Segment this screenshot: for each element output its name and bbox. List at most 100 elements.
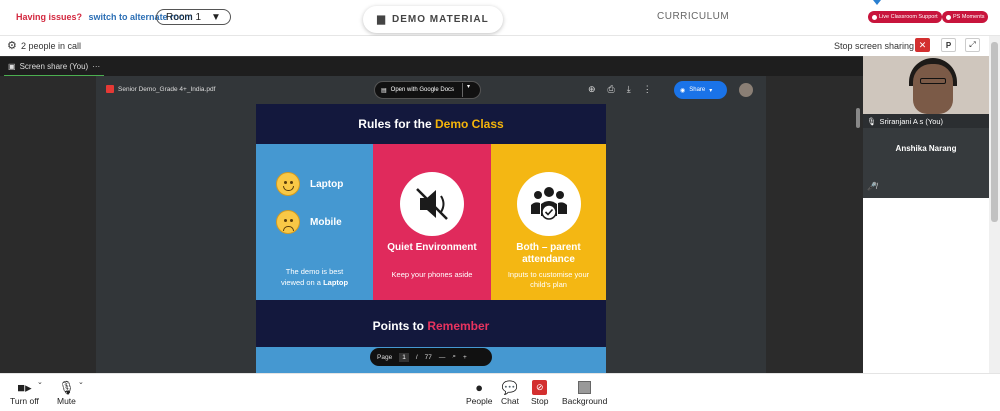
page-scrollbar[interactable] [989,36,1000,373]
close-icon: ✕ [918,39,927,50]
pdf-page: Rules for the Demo Class Laptop Mobile T… [256,104,606,373]
live-support-label: Live Classroom Support [879,14,938,20]
add-to-drive-icon[interactable]: ⊕ [588,84,596,95]
parent-panel: Both – parent attendance Inputs to custo… [491,144,606,300]
issue-text: Having issues? [16,12,83,22]
stop-sharing-close-button[interactable]: ✕ [915,38,930,52]
points-title-highlight: Remember [427,319,490,333]
quiet-subtext: Keep your phones aside [391,270,473,279]
share-tab-bar: ▣ Screen share (You) ··· [0,56,863,77]
smiley-icon [276,172,300,196]
zoom-icon[interactable]: ⌕ [452,353,456,361]
chat-label: Chat [501,396,519,406]
mic-options-icon[interactable]: ⌄ [78,378,84,386]
screen-share-icon: ▣ [8,61,16,71]
sad-face-icon [276,210,300,234]
pdf-file-icon [106,85,114,93]
mute-button[interactable]: 🎙 Mute [57,379,76,407]
mic-off-icon: 🎤̸ [867,182,877,191]
more-icon[interactable]: ··· [92,62,100,71]
other-participant-name: Anshika Narang [895,144,957,153]
device-note-line2: viewed on a [280,277,321,287]
people-label: People [466,396,493,406]
plus-icon [872,14,877,20]
background-button[interactable]: Background [562,379,607,406]
more-vert-icon[interactable]: ⋮ [643,84,652,95]
turn-off-label: Turn off [10,396,39,406]
people-count: 2 people in call [21,41,82,51]
globe-icon: ◉ [680,87,686,94]
print-icon[interactable]: ⎙ [608,84,615,95]
live-support-button[interactable]: Live Classroom Support [868,11,942,23]
microphone-icon: 🎙 [58,379,75,395]
camera-options-icon[interactable]: ⌄ [37,378,43,386]
call-bar: ⚙ 2 people in call Stop screen sharing ✕… [0,36,1000,56]
expand-button[interactable]: ⤢ [965,38,980,52]
rules-title-prefix: Rules for the [358,117,432,131]
bottom-controls: ■▸ Turn off ⌄ 🎙 Mute ⌄ ● People 💬 Chat ⊘… [0,373,1000,411]
docs-icon: ▤ [381,87,387,94]
chat-button[interactable]: 💬 Chat [501,379,519,407]
dropdown-icon[interactable]: ▾ [462,83,470,97]
self-video-tile[interactable] [863,56,989,114]
download-icon[interactable]: ⤓ [627,84,631,95]
pointer-marker [873,0,881,5]
pdf-toolbar: Senior Demo_Grade 4+_India.pdf ▤ Open wi… [96,76,766,104]
stop-share-button[interactable]: ⊘ Stop [531,379,549,406]
scrollbar-thumb[interactable] [991,42,998,222]
pdf-action-icons: ⊕ ⎙ ⤓ ⋮ [588,84,652,95]
parent-subtext: Inputs to customise your child's plan [507,270,590,290]
screen-share-label: Screen share (You) [19,61,89,71]
plus-icon [946,14,951,20]
device-note-line1: The demo is best [285,267,344,276]
expand-icon: ⤢ [969,40,976,49]
parent-heading: Both – parent attendance [516,242,581,265]
open-with-google-docs-button[interactable]: ▤ Open with Google Docs ▾ [374,81,481,99]
gear-icon[interactable]: ⚙ [7,39,17,52]
self-name-bar: 🎙 Sriranjani A s (You) [863,114,989,128]
camera-toggle-button[interactable]: ■▸ Turn off [10,379,39,407]
points-title-prefix: Points to [372,319,424,333]
mobile-row: Mobile [276,210,342,234]
share-button[interactable]: ◉ Share ▾ [674,81,727,99]
self-name: Sriranjani A s (You) [879,116,944,126]
zoom-out-icon[interactable]: — [439,354,446,361]
zoom-in-icon[interactable]: + [463,354,467,361]
background-icon [578,381,592,394]
laptop-row: Laptop [276,172,343,196]
mute-label: Mute [57,396,76,406]
open-with-label: Open with Google Docs [390,87,455,93]
page-separator: / [415,353,418,361]
device-note: The demo is best viewed on a Laptop [256,267,373,288]
page-number-input[interactable]: 1 [399,352,409,362]
participant-glasses [920,78,946,84]
top-bar: Having issues? switch to alternate room … [0,0,1000,36]
device-panel: Laptop Mobile The demo is best viewed on… [256,144,373,300]
participant-face [913,64,953,114]
shared-screen-stage: Senior Demo_Grade 4+_India.pdf ▤ Open wi… [0,76,863,373]
person-icon: ● [475,380,484,395]
page-navigator: Page 1 / 77 — ⌕ + [370,348,492,366]
mute-speaker-icon [400,172,464,236]
room-selector[interactable]: Room 1 ▼ [156,9,231,25]
participant-panel: 🎙 Sriranjani A s (You) Anshika Narang 🎤̸ [863,56,989,198]
rules-title: Rules for the Demo Class [256,117,606,131]
pdf-scrollbar[interactable] [856,108,860,128]
avatar[interactable] [739,83,753,97]
background-label: Background [562,396,608,406]
ps-moments-label: PS Moments [953,14,985,20]
page-total: 77 [424,353,432,361]
curriculum-tab[interactable]: CURRICULUM [657,11,729,22]
screen-share-tab[interactable]: ▣ Screen share (You) ··· [4,57,105,77]
stop-sharing-label[interactable]: Stop screen sharing [834,41,914,51]
pdf-filename-text: Senior Demo_Grade 4+_India.pdf [118,85,216,93]
group-check-icon [517,172,581,236]
camera-icon: ■▸ [17,379,32,395]
people-button[interactable]: ● People [466,379,492,406]
pin-button[interactable]: P [941,38,956,52]
stop-label: Stop [531,396,549,406]
demo-material-button[interactable]: ▆ DEMO MATERIAL [363,6,503,33]
rules-title-highlight: Demo Class [434,117,504,131]
ps-moments-button[interactable]: PS Moments [942,11,989,23]
demo-material-label: DEMO MATERIAL [392,14,489,25]
